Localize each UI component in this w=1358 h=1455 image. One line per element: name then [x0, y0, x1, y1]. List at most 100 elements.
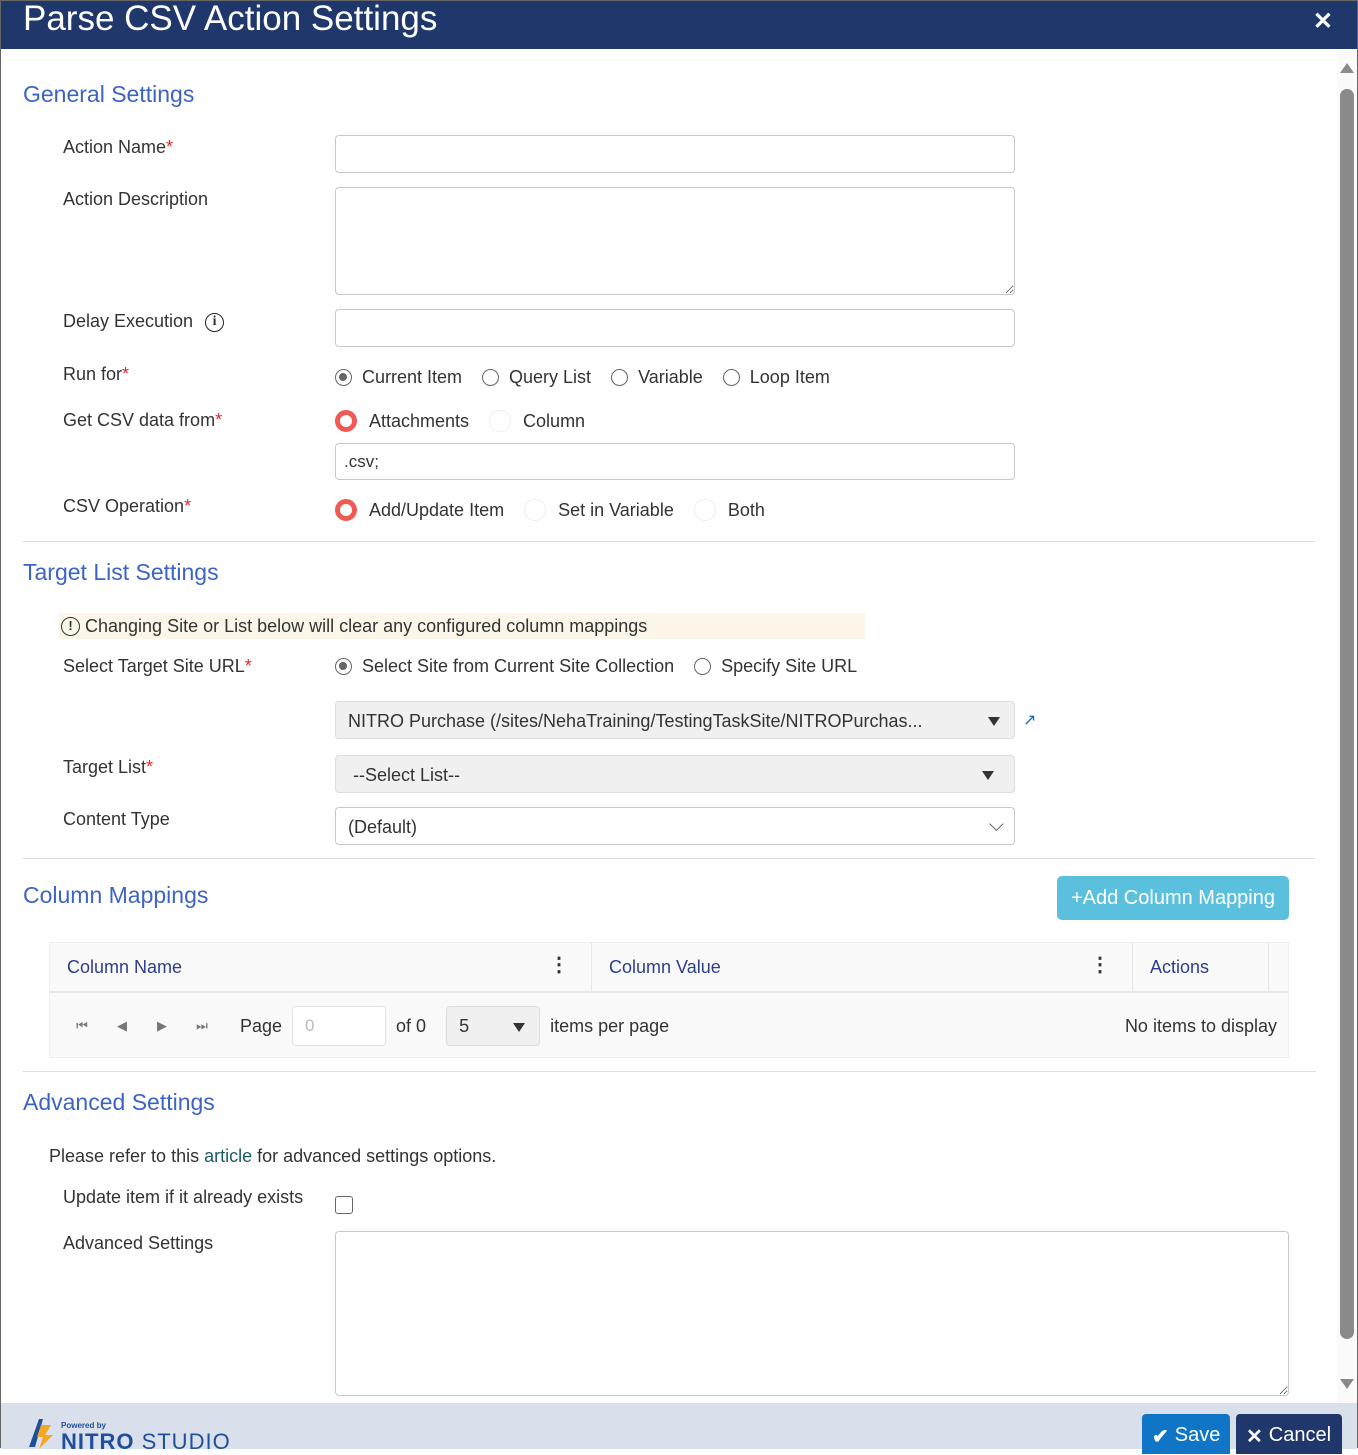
target-list-value: --Select List-- [353, 765, 461, 785]
close-icon[interactable]: ✕ [1313, 7, 1333, 36]
column-header-name[interactable]: Column Name ⋮ [50, 943, 592, 991]
radio-label: Loop Item [749, 367, 830, 387]
radio-icon[interactable] [722, 369, 740, 386]
radio-icon[interactable] [694, 658, 712, 675]
csv-operation-radio-group: Add/Update Item Set in Variable Both [335, 499, 785, 521]
article-link[interactable]: article [204, 1146, 252, 1166]
save-label: Save [1174, 1424, 1221, 1446]
site-url-current-collection[interactable]: Select Site from Current Site Collection [335, 656, 674, 677]
required-mark: * [122, 364, 130, 384]
csv-operation-both[interactable]: Both [693, 499, 765, 521]
items-per-page-label: items per page [550, 1015, 670, 1036]
scroll-thumb[interactable] [1340, 89, 1354, 1339]
advanced-settings-textarea[interactable] [335, 1231, 1289, 1396]
brand-light: STUDIO [134, 1429, 231, 1454]
first-page-icon[interactable]: ⏮ [74, 1018, 90, 1034]
next-page-icon[interactable]: ▶ [154, 1018, 170, 1034]
target-list-dropdown[interactable]: --Select List-- [335, 755, 1015, 793]
scroll-up-icon[interactable] [1340, 63, 1354, 73]
vertical-scrollbar[interactable] [1337, 49, 1357, 1403]
brand-name: NITRO STUDIO [61, 1429, 231, 1455]
check-icon: ✔ [1152, 1426, 1169, 1448]
warning-icon: ! [61, 616, 80, 636]
general-settings-title: General Settings [23, 81, 195, 107]
site-url-specify[interactable]: Specify Site URL [694, 656, 857, 677]
page-number-input[interactable]: 0 [292, 1006, 387, 1046]
column-header-label: Actions [1150, 956, 1210, 977]
required-mark: * [215, 410, 223, 430]
radio-icon[interactable] [482, 369, 500, 386]
csv-operation-set-variable[interactable]: Set in Variable [524, 499, 674, 521]
target-list-label: Target List* [63, 757, 153, 778]
cancel-label: Cancel [1268, 1424, 1332, 1446]
csv-source-label: Get CSV data from* [63, 410, 222, 431]
radio-icon[interactable] [489, 410, 512, 432]
help-text: Please refer to this [49, 1146, 205, 1166]
save-button[interactable]: ✔ Save [1142, 1414, 1230, 1454]
action-description-textarea[interactable] [335, 187, 1015, 295]
site-dropdown[interactable]: NITRO Purchase (/sites/NehaTraining/Test… [335, 701, 1015, 739]
scroll-down-icon[interactable] [1340, 1379, 1354, 1389]
add-column-mapping-button[interactable]: +Add Column Mapping [1057, 876, 1289, 920]
csv-operation-label: CSV Operation* [63, 496, 191, 517]
attachment-filter-input[interactable] [335, 443, 1015, 480]
section-divider [23, 858, 1316, 859]
radio-selected-icon[interactable] [335, 410, 357, 432]
run-for-query-list[interactable]: Query List [482, 367, 591, 388]
radio-selected-icon[interactable] [335, 499, 357, 521]
csv-source-column[interactable]: Column [489, 410, 585, 432]
content-type-value: (Default) [348, 817, 418, 837]
action-name-input[interactable] [335, 135, 1015, 173]
section-divider [23, 1071, 1316, 1072]
advanced-settings-title: Advanced Settings [23, 1089, 215, 1115]
run-for-radio-group: Current Item Query List Variable Loop It… [335, 367, 850, 388]
cancel-button[interactable]: ✕ Cancel [1236, 1414, 1342, 1454]
items-per-page-dropdown[interactable]: 5 [446, 1006, 541, 1046]
help-text: for advanced settings options. [252, 1146, 497, 1166]
update-item-checkbox[interactable] [335, 1196, 353, 1214]
radio-label: Query List [509, 367, 592, 387]
site-url-radio-group: Select Site from Current Site Collection… [335, 656, 877, 677]
column-mappings-title: Column Mappings [23, 882, 209, 908]
radio-label: Set in Variable [558, 499, 674, 520]
column-menu-icon[interactable]: ⋮ [549, 955, 569, 975]
run-for-variable[interactable]: Variable [611, 367, 703, 388]
delay-execution-label-text: Delay Execution [63, 311, 194, 331]
radio-icon[interactable] [524, 499, 547, 521]
content-type-select[interactable]: (Default) ⌵ [335, 807, 1015, 845]
column-header-label: Column Name [67, 956, 183, 977]
dialog-titlebar: Parse CSV Action Settings ✕ [1, 0, 1357, 49]
radio-icon[interactable] [611, 369, 629, 386]
action-name-label: Action Name* [63, 137, 173, 158]
dialog-content: General Settings Action Name* Action Des… [1, 49, 1339, 1403]
radio-selected-icon[interactable] [335, 658, 352, 675]
run-for-loop-item[interactable]: Loop Item [722, 367, 830, 388]
radio-label: Attachments [369, 410, 470, 431]
csv-operation-add-update[interactable]: Add/Update Item [335, 499, 504, 521]
dialog-title: Parse CSV Action Settings [23, 0, 438, 38]
advanced-settings-label: Advanced Settings [63, 1233, 214, 1253]
run-for-current-item[interactable]: Current Item [335, 367, 462, 388]
action-name-label-text: Action Name [63, 137, 167, 157]
column-header-actions: Actions [1133, 943, 1269, 991]
delay-execution-input[interactable] [335, 309, 1015, 347]
prev-page-icon[interactable]: ◀ [114, 1018, 130, 1034]
parse-csv-dialog: Parse CSV Action Settings ✕ General Sett… [0, 0, 1358, 1454]
column-menu-icon[interactable]: ⋮ [1090, 955, 1110, 975]
radio-selected-icon[interactable] [335, 369, 352, 386]
target-list-settings-title: Target List Settings [23, 559, 219, 585]
warning-banner: ! Changing Site or List below will clear… [59, 613, 865, 639]
target-list-label-text: Target List [63, 757, 147, 777]
dialog-footer: Powered by NITRO STUDIO ✔ Save ✕ Cancel [1, 1403, 1357, 1454]
site-url-label-text: Select Target Site URL [63, 656, 245, 676]
csv-source-attachments[interactable]: Attachments [335, 410, 469, 432]
required-mark: * [244, 656, 252, 676]
external-link-icon[interactable]: ↗ [1023, 710, 1036, 730]
section-divider [23, 541, 1316, 542]
column-header-value[interactable]: Column Value ⋮ [592, 943, 1133, 991]
last-page-icon[interactable]: ⏭ [194, 1018, 210, 1034]
info-icon[interactable]: i [205, 312, 225, 332]
page-label: Page [240, 1015, 283, 1036]
radio-icon[interactable] [693, 499, 716, 521]
radio-label: Current Item [362, 367, 463, 387]
